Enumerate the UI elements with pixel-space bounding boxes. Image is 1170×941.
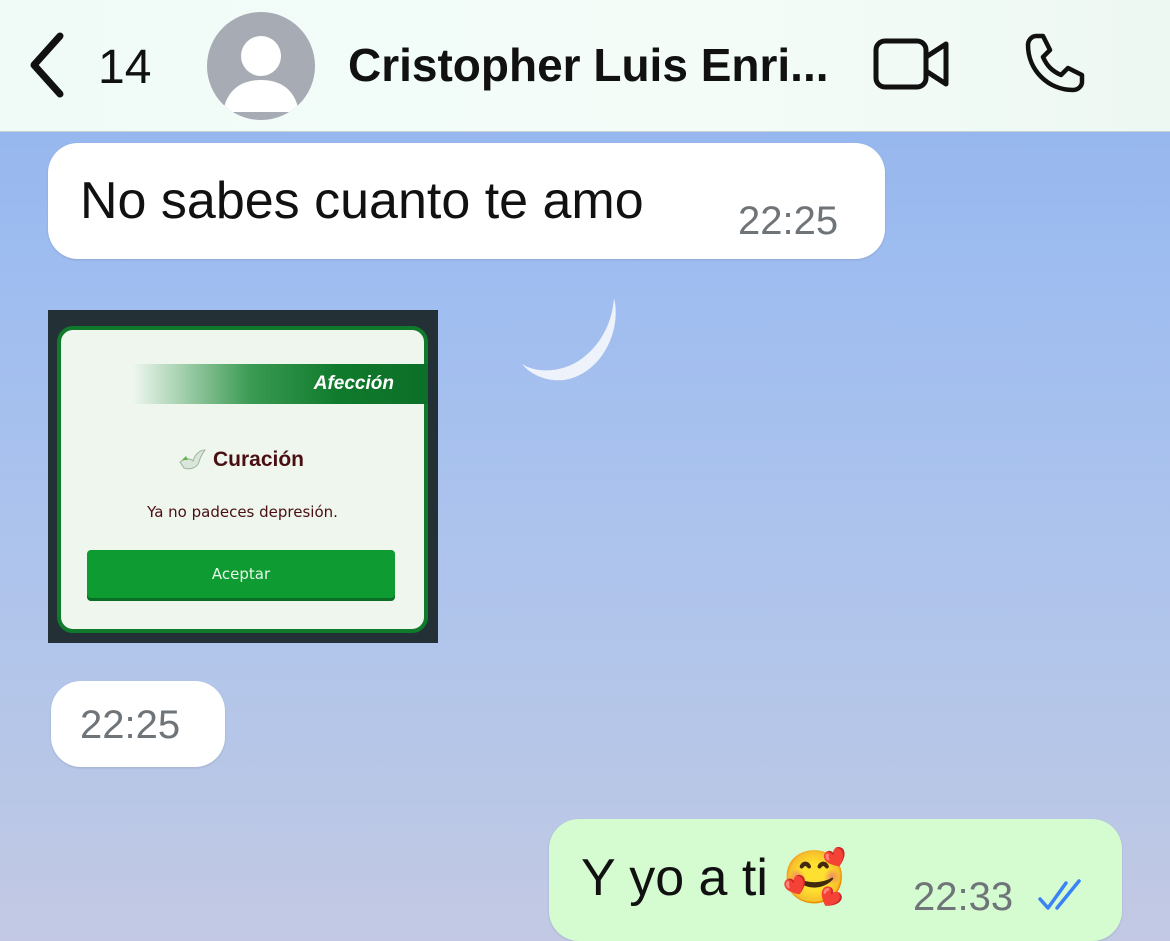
card-banner-label: Afección (313, 373, 394, 394)
read-receipt-icon (1038, 879, 1081, 910)
unread-count: 14 (98, 41, 152, 94)
chat-header: 14 Cristopher Luis Enri... (0, 0, 1170, 132)
card-title: Curación (213, 448, 305, 471)
card-body-text: Ya no padeces depresión. (147, 503, 338, 521)
message-bubble-incoming[interactable]: No sabes cuanto te amo 22:25 (48, 143, 885, 259)
message-text: No sabes cuanto te amo (80, 172, 644, 230)
game-popup-card: Afección Curación Ya no padeces depresió… (57, 326, 428, 633)
phone-icon (1025, 33, 1085, 93)
message-time: 22:25 (738, 199, 839, 243)
voice-call-button[interactable] (1022, 30, 1088, 101)
dove-icon (179, 449, 206, 470)
contact-name[interactable]: Cristopher Luis Enri... (348, 38, 843, 92)
message-time: 22:25 (80, 703, 181, 747)
image-caption-bubble: 22:25 (51, 681, 225, 767)
avatar-placeholder-icon (223, 36, 299, 112)
moon-decoration (522, 298, 616, 381)
video-call-button[interactable] (872, 36, 952, 97)
message-text: Y yo a ti 🥰 (581, 849, 848, 907)
back-button[interactable]: 14 (22, 30, 172, 100)
video-camera-icon (873, 38, 949, 90)
avatar[interactable] (207, 12, 315, 120)
message-time: 22:33 (913, 875, 1014, 919)
accept-button: Aceptar (87, 550, 395, 598)
chevron-left-icon (30, 32, 64, 98)
image-message[interactable]: Afección Curación Ya no padeces depresió… (48, 310, 438, 643)
